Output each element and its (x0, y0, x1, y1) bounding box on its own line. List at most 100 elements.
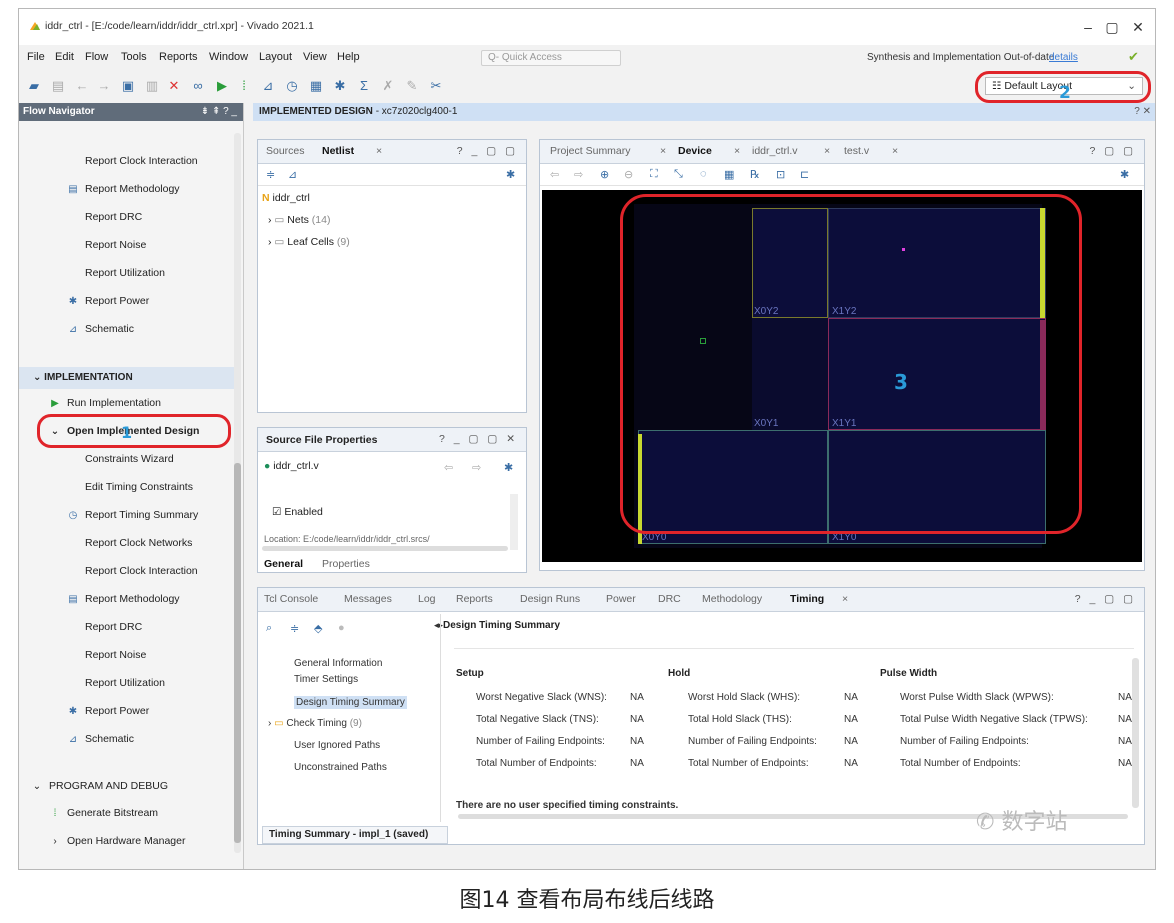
undo-icon[interactable]: ← (73, 77, 91, 95)
splitter-arrows-icon[interactable]: ◂▸ (434, 620, 443, 631)
maximize-button[interactable]: ▢ (1101, 17, 1123, 37)
flow-navigator-item[interactable]: ✱ Report Power (67, 295, 149, 307)
flow-navigator-item[interactable]: Report Noise (67, 649, 146, 661)
flow-navigator-item[interactable]: Report Utilization (67, 267, 165, 279)
sigma-icon[interactable]: Σ (355, 77, 373, 95)
timing-summary-footer-tab[interactable]: Timing Summary - impl_1 (saved) (262, 826, 448, 844)
tab-netlist[interactable]: Netlist (322, 145, 354, 157)
tab-sources[interactable]: Sources (266, 145, 305, 157)
tools-icon[interactable]: ✂ (427, 77, 445, 95)
zoom-out-icon[interactable]: ⊖ (624, 168, 633, 181)
flow-navigator-item[interactable]: Report DRC (67, 621, 142, 633)
menu-tools[interactable]: Tools (121, 51, 147, 63)
collapse-all-icon[interactable]: ≑ (266, 168, 275, 181)
generate-bitstream-item[interactable]: ⁞ Generate Bitstream (49, 807, 158, 819)
copy-icon[interactable]: ▣ (119, 77, 137, 95)
search-icon[interactable]: ⌕ (266, 622, 272, 635)
leaf-cells-item[interactable]: › ▭ Leaf Cells (9) (268, 236, 350, 248)
tab-timing[interactable]: Timing (790, 593, 824, 605)
collapse-all-icon[interactable]: ≑ (290, 622, 299, 635)
flow-navigator-item[interactable]: Report Clock Interaction (67, 565, 198, 577)
panel-controls[interactable]: ? _ ▢ ▢ (457, 145, 518, 157)
tab-general[interactable]: General (264, 558, 303, 570)
gear-icon[interactable]: ✱ (331, 77, 349, 95)
open-project-icon[interactable]: ▰ (25, 77, 43, 95)
close-tab-icon[interactable]: × (824, 145, 830, 157)
device-panel-controls[interactable]: ? ▢ ▢ (1089, 145, 1136, 157)
close-tab-icon[interactable]: × (660, 145, 666, 157)
flow-navigator-item[interactable]: Report Utilization (67, 677, 165, 689)
close-tab-icon[interactable]: × (734, 145, 740, 157)
flow-navigator-item[interactable]: ⊿ Schematic (67, 323, 134, 335)
menu-file[interactable]: File (27, 51, 45, 63)
snapshot-icon[interactable]: ⊡ (776, 168, 785, 181)
flow-navigator-item[interactable]: ⊿ Schematic (67, 733, 134, 745)
forward-icon[interactable]: ⇨ (574, 168, 583, 181)
vertical-scrollbar[interactable] (510, 494, 518, 550)
back-icon[interactable]: ⇦ (550, 168, 559, 181)
timer-icon[interactable]: ◷ (283, 77, 301, 95)
autofit-icon[interactable]: ◌ (700, 168, 707, 180)
timing-tree-item[interactable]: General Information (294, 658, 382, 669)
menu-reports[interactable]: Reports (159, 51, 198, 63)
menu-view[interactable]: View (303, 51, 327, 63)
close-tab-icon[interactable]: × (842, 593, 848, 605)
gear-icon[interactable]: ✱ (506, 168, 515, 181)
pencil-icon[interactable]: ✎ (403, 77, 421, 95)
flow-navigator-item[interactable]: ✱ Report Power (67, 705, 149, 717)
horizontal-scrollbar[interactable] (262, 546, 508, 551)
device-view-canvas[interactable]: X0Y2 X1Y2 X0Y1 X1Y1 X0Y0 X1Y0 3 (542, 190, 1142, 562)
netlist-root[interactable]: N iddr_ctrl (262, 192, 310, 204)
bottom-panel-controls[interactable]: ? _ ▢ ▢ (1075, 593, 1136, 605)
back-icon[interactable]: ⇦ (444, 461, 453, 474)
close-tab-icon[interactable]: × (892, 145, 898, 157)
flow-navigator-item[interactable]: ◷ Report Timing Summary (67, 509, 199, 521)
schematic-icon[interactable]: ⊿ (259, 77, 277, 95)
cross-icon[interactable]: ✗ (379, 77, 397, 95)
flow-navigator-item[interactable]: Report DRC (67, 211, 142, 223)
timing-tree-item[interactable]: Design Timing Summary (294, 696, 407, 709)
tab-project-summary[interactable]: Project Summary (550, 145, 631, 157)
report-icon[interactable]: ▦ (307, 77, 325, 95)
tab-messages[interactable]: Messages (344, 593, 392, 605)
minimize-button[interactable]: – (1077, 17, 1099, 37)
timing-tree-item[interactable]: Timer Settings (294, 674, 358, 685)
delete-icon[interactable]: ✕ (165, 77, 183, 95)
flow-navigator-item[interactable]: Constraints Wizard (67, 453, 174, 465)
redo-icon[interactable]: → (95, 77, 113, 95)
flow-navigator-item[interactable]: Report Noise (67, 239, 146, 251)
timing-tree-item[interactable]: User Ignored Paths (294, 740, 380, 751)
forward-icon[interactable]: ⇨ (472, 461, 481, 474)
flow-navigator-scrollbar[interactable] (234, 133, 241, 853)
details-link[interactable]: details (1049, 52, 1078, 63)
menu-layout[interactable]: Layout (259, 51, 292, 63)
paste-icon[interactable]: ▥ (143, 77, 161, 95)
source-props-controls[interactable]: ? _ ▢ ▢ ✕ (439, 433, 518, 445)
zoom-selection-icon[interactable]: ⤡ (674, 168, 683, 181)
flow-navigator-item[interactable]: ▤ Report Methodology (67, 183, 179, 195)
tab-test-v[interactable]: test.v (844, 145, 869, 157)
tab-device[interactable]: Device (678, 145, 712, 157)
quick-access-input[interactable]: Q- Quick Access (481, 50, 621, 66)
gear-icon[interactable]: ✱ (504, 461, 513, 474)
settings-link-icon[interactable]: ∞ (189, 77, 207, 95)
flow-navigator-item[interactable]: Report Clock Interaction (67, 155, 198, 167)
tab-methodology[interactable]: Methodology (702, 593, 762, 605)
timing-tree-item[interactable]: › ▭ Check Timing (9) (268, 718, 362, 729)
flow-navigator-item[interactable]: ▤ Report Methodology (67, 593, 179, 605)
pblock-icon[interactable]: ℞ (750, 168, 760, 181)
run-implementation-item[interactable]: ▶ Run Implementation (49, 397, 161, 409)
run-icon[interactable]: ▶ (213, 77, 231, 95)
tab-design-runs[interactable]: Design Runs (520, 593, 580, 605)
gear-icon[interactable]: ✱ (1120, 168, 1129, 181)
flow-navigator-controls[interactable]: ⇟ ⇞ ? _ (201, 103, 237, 121)
zoom-fit-icon[interactable]: ⛶ (650, 168, 658, 181)
enabled-checkbox[interactable]: ☑ Enabled (272, 506, 323, 518)
tab-properties[interactable]: Properties (322, 558, 370, 570)
schematic-icon[interactable]: ⊿ (288, 168, 297, 181)
routing-resources-icon[interactable]: ▦ (724, 168, 734, 181)
scroll-thumb[interactable] (234, 463, 241, 843)
tab-power[interactable]: Power (606, 593, 636, 605)
close-button[interactable]: ✕ (1127, 17, 1149, 37)
close-tab-icon[interactable]: × (376, 145, 382, 157)
